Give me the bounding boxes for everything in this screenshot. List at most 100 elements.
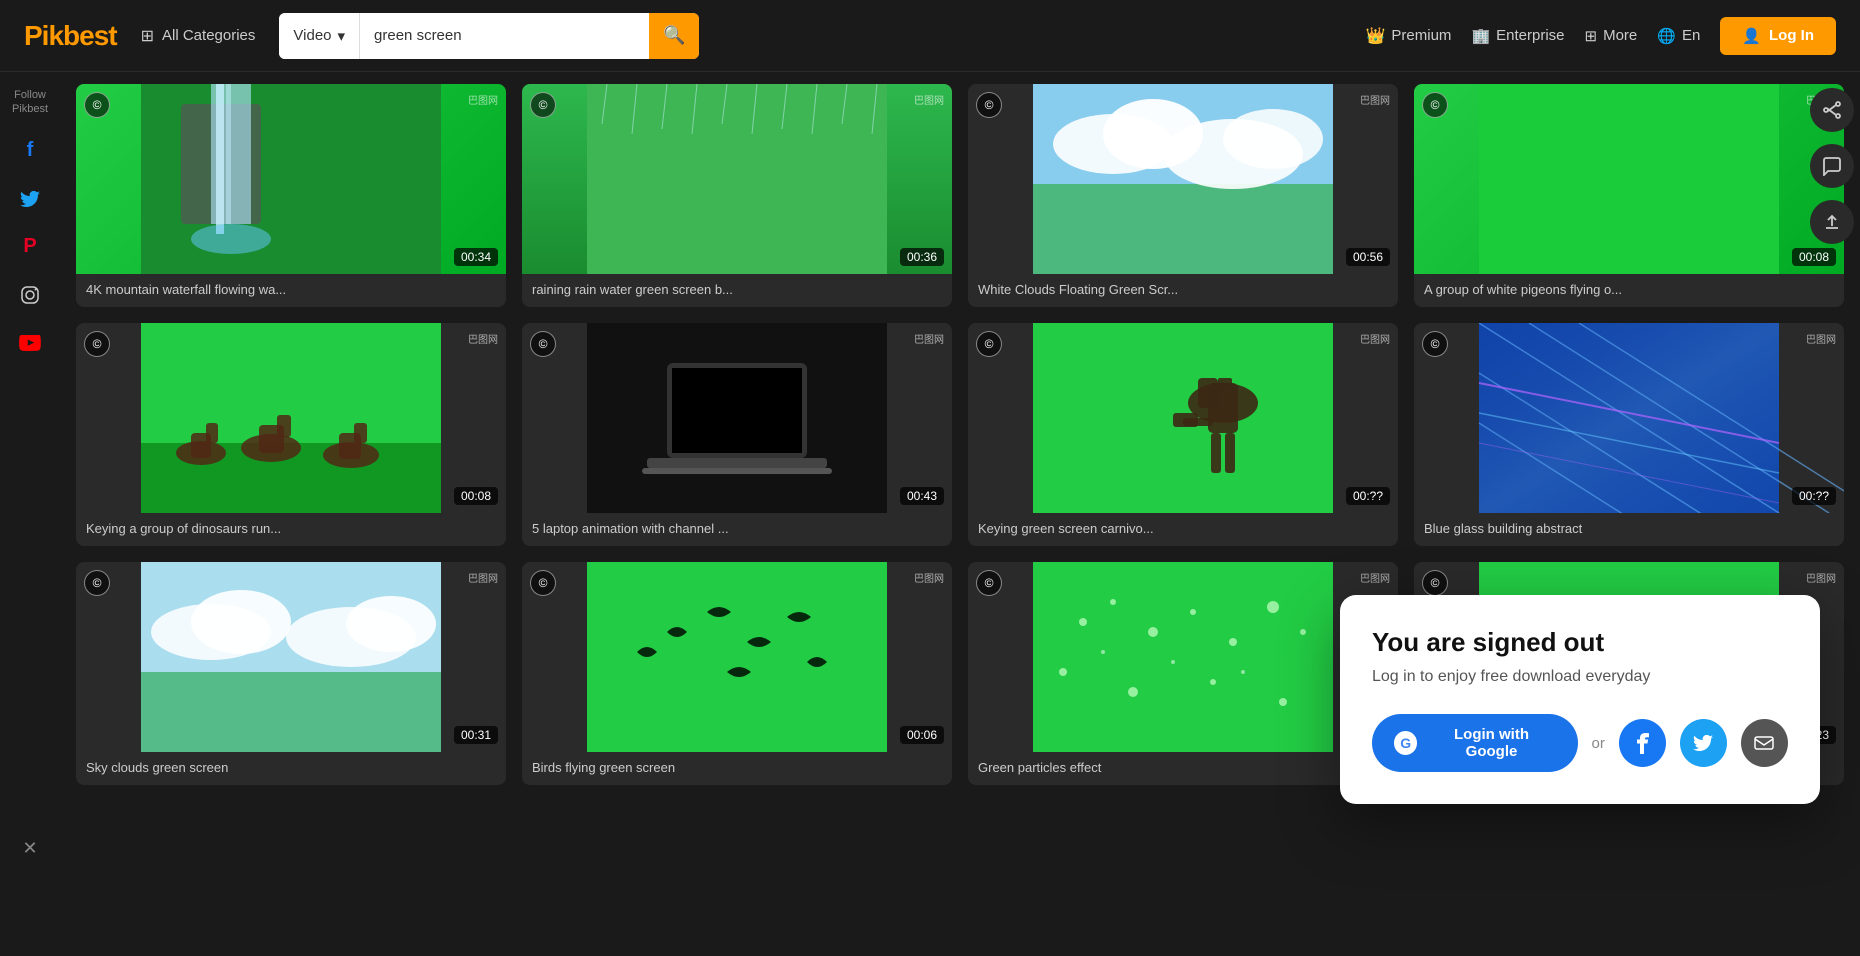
globe-icon: 🌐 xyxy=(1657,27,1676,45)
video-card[interactable]: © 巴图网 00:31 Sky clouds green screen xyxy=(76,562,506,785)
google-login-button[interactable]: G Login with Google xyxy=(1372,714,1578,772)
watermark: 巴图网 xyxy=(1360,92,1390,107)
watermark: 巴图网 xyxy=(914,92,944,107)
watermark: 巴图网 xyxy=(468,331,498,346)
video-card[interactable]: © 巴图网 00:08 A group of white pigeons fly… xyxy=(1414,84,1844,307)
video-title: A group of white pigeons flying o... xyxy=(1414,274,1844,307)
twitter-social-icon[interactable] xyxy=(10,179,50,219)
search-input[interactable] xyxy=(360,27,649,44)
video-thumbnail: © 巴图网 00:43 xyxy=(522,323,952,513)
video-thumbnail: © 巴图网 00:34 xyxy=(76,84,506,274)
duration-badge: 00:34 xyxy=(454,248,498,266)
video-thumbnail: © 巴图网 00:?? xyxy=(968,323,1398,513)
video-card[interactable]: © 巴图网 00:56 White Clouds Floating Green … xyxy=(968,84,1398,307)
video-card[interactable]: © 巴图网 00:43 5 laptop animation with chan… xyxy=(522,323,952,546)
share-button[interactable] xyxy=(1810,88,1854,132)
logo[interactable]: Pikbest xyxy=(24,20,117,52)
pinterest-social-icon[interactable]: P xyxy=(10,227,50,267)
login-button[interactable]: 👤 Log In xyxy=(1720,17,1836,55)
more-label: More xyxy=(1603,27,1637,44)
or-label: or xyxy=(1592,735,1605,752)
more-icon: ⊞ xyxy=(1585,27,1598,45)
copyright-badge: © xyxy=(84,570,110,596)
header-nav: 👑 Premium 🏢 Enterprise ⊞ More 🌐 En 👤 Log… xyxy=(1366,17,1837,55)
video-thumbnail: © 巴图网 00:06 xyxy=(522,562,952,752)
all-categories-btn[interactable]: ⊞ All Categories xyxy=(141,26,256,46)
copyright-badge: © xyxy=(530,570,556,596)
follow-label: FollowPikbest xyxy=(12,88,48,117)
copyright-badge: © xyxy=(530,331,556,357)
video-thumbnail: © 巴图网 00:13 xyxy=(968,562,1398,752)
youtube-social-icon[interactable] xyxy=(10,323,50,363)
popup-subtitle: Log in to enjoy free download everyday xyxy=(1372,668,1788,686)
video-title: 4K mountain waterfall flowing wa... xyxy=(76,274,506,307)
video-card[interactable]: © 巴图网 00:08 Keying a group of dinosaurs … xyxy=(76,323,506,546)
copyright-badge: © xyxy=(1422,92,1448,118)
video-title: Birds flying green screen xyxy=(522,752,952,785)
grid-icon: ⊞ xyxy=(141,26,154,46)
crown-icon: 👑 xyxy=(1366,26,1386,46)
enterprise-nav-item[interactable]: 🏢 Enterprise xyxy=(1471,27,1564,45)
video-thumbnail: © 巴图网 00:31 xyxy=(76,562,506,752)
language-nav-item[interactable]: 🌐 En xyxy=(1657,27,1700,45)
duration-badge: 00:36 xyxy=(900,248,944,266)
watermark: 巴图网 xyxy=(1360,570,1390,585)
video-card[interactable]: © 巴图网 00:34 4K mountain waterfall flowin… xyxy=(76,84,506,307)
close-sidebar-button[interactable]: ✕ xyxy=(10,828,50,868)
video-title: Green particles effect xyxy=(968,752,1398,785)
video-title: Sky clouds green screen xyxy=(76,752,506,785)
video-title: raining rain water green screen b... xyxy=(522,274,952,307)
watermark: 巴图网 xyxy=(468,570,498,585)
facebook-social-icon[interactable]: f xyxy=(10,131,50,171)
video-title: 5 laptop animation with channel ... xyxy=(522,513,952,546)
duration-badge: 00:06 xyxy=(900,726,944,744)
chevron-down-icon: ▾ xyxy=(338,27,346,45)
facebook-login-button[interactable] xyxy=(1619,719,1666,767)
more-nav-item[interactable]: ⊞ More xyxy=(1585,27,1638,45)
comment-button[interactable] xyxy=(1810,144,1854,188)
video-thumbnail: © 巴图网 00:?? xyxy=(1414,323,1844,513)
google-btn-label: Login with Google xyxy=(1427,726,1555,760)
copyright-badge: © xyxy=(84,331,110,357)
video-card[interactable]: © 巴图网 00:36 raining rain water green scr… xyxy=(522,84,952,307)
video-title: Keying green screen carnivo... xyxy=(968,513,1398,546)
copyright-badge: © xyxy=(976,92,1002,118)
instagram-social-icon[interactable] xyxy=(10,275,50,315)
enterprise-label: Enterprise xyxy=(1496,27,1564,44)
video-title: Blue glass building abstract xyxy=(1414,513,1844,546)
user-icon: 👤 xyxy=(1742,27,1761,45)
twitter-login-button[interactable] xyxy=(1680,719,1727,767)
copyright-badge: © xyxy=(1422,570,1448,596)
video-card[interactable]: © 巴图网 00:13 Green particles effect xyxy=(968,562,1398,785)
video-thumbnail: © 巴图网 00:08 xyxy=(1414,84,1844,274)
video-card[interactable]: © 巴图网 00:?? Keying green screen carnivo.… xyxy=(968,323,1398,546)
duration-badge: 00:08 xyxy=(454,487,498,505)
video-title: White Clouds Floating Green Scr... xyxy=(968,274,1398,307)
watermark: 巴图网 xyxy=(468,92,498,107)
copyright-badge: © xyxy=(976,331,1002,357)
popup-actions: G Login with Google or xyxy=(1372,714,1788,772)
popup-title: You are signed out xyxy=(1372,627,1788,658)
video-card[interactable]: © 巴图网 00:?? Blue glass building abstract xyxy=(1414,323,1844,546)
video-title: Keying a group of dinosaurs run... xyxy=(76,513,506,546)
search-button[interactable]: 🔍 xyxy=(649,13,699,59)
premium-nav-item[interactable]: 👑 Premium xyxy=(1366,26,1452,46)
duration-badge: 00:?? xyxy=(1346,487,1390,505)
search-type-select[interactable]: Video ▾ xyxy=(279,13,360,59)
copyright-badge: © xyxy=(1422,331,1448,357)
upload-button[interactable] xyxy=(1810,200,1854,244)
duration-badge: 00:56 xyxy=(1346,248,1390,266)
search-type-label: Video xyxy=(293,27,331,44)
watermark: 巴图网 xyxy=(1360,331,1390,346)
copyright-badge: © xyxy=(976,570,1002,596)
email-login-button[interactable] xyxy=(1741,719,1788,767)
login-label: Log In xyxy=(1769,27,1814,44)
search-bar: Video ▾ 🔍 xyxy=(279,13,699,59)
g-letter: G xyxy=(1400,735,1411,751)
copyright-badge: © xyxy=(530,92,556,118)
signin-popup: You are signed out Log in to enjoy free … xyxy=(1340,595,1820,804)
google-icon: G xyxy=(1394,731,1417,755)
header: Pikbest ⊞ All Categories Video ▾ 🔍 👑 Pre… xyxy=(0,0,1860,72)
enterprise-icon: 🏢 xyxy=(1471,27,1490,45)
video-card[interactable]: © 巴图网 00:06 Birds flying green screen xyxy=(522,562,952,785)
